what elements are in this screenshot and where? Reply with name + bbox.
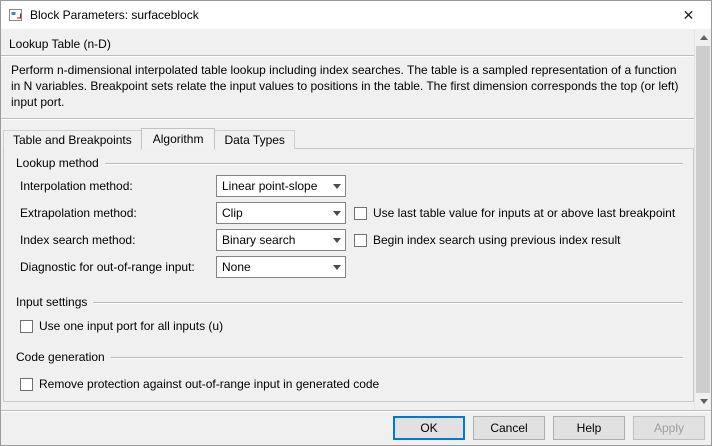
checkbox-label: Use one input port for all inputs (u) [39, 319, 223, 333]
group-divider [111, 357, 683, 359]
chevron-down-icon [328, 203, 345, 223]
vertical-scrollbar[interactable] [694, 29, 711, 410]
index-search-method-label: Index search method: [20, 233, 216, 247]
group-title: Code generation [16, 350, 111, 364]
tab-data-types[interactable]: Data Types [214, 130, 294, 149]
checkbox-label: Remove protection against out-of-range i… [39, 377, 379, 391]
use-last-table-value-option: Use last table value for inputs at or ab… [354, 206, 675, 220]
extrapolation-method-row: Extrapolation method: Clip Use last tabl… [20, 202, 693, 224]
block-parameters-dialog: Block Parameters: surfaceblock ✕ Lookup … [0, 0, 712, 446]
scroll-up-icon[interactable] [695, 29, 711, 46]
chevron-down-icon [328, 176, 345, 196]
interpolation-method-row: Interpolation method: Linear point-slope [20, 175, 693, 197]
diagnostic-label: Diagnostic for out-of-range input: [20, 260, 216, 274]
interpolation-method-dropdown[interactable]: Linear point-slope [216, 175, 346, 197]
group-divider [93, 302, 683, 304]
begin-index-search-option: Begin index search using previous index … [354, 233, 620, 247]
checkbox-label: Use last table value for inputs at or ab… [373, 206, 675, 220]
dropdown-value: Binary search [217, 233, 328, 247]
diagnostic-row: Diagnostic for out-of-range input: None [20, 256, 693, 278]
extrapolation-method-label: Extrapolation method: [20, 206, 216, 220]
scrollbar-thumb[interactable] [696, 46, 710, 393]
lookup-method-group-header: Lookup method [16, 156, 683, 170]
chevron-down-icon [328, 230, 345, 250]
remove-protection-option: Remove protection against out-of-range i… [20, 377, 693, 391]
window-title: Block Parameters: surfaceblock [30, 8, 199, 22]
dropdown-value: None [217, 260, 328, 274]
dialog-footer: OK Cancel Help Apply [1, 410, 711, 445]
algorithm-tab-panel: Lookup method Interpolation method: Line… [3, 148, 694, 402]
tab-strip: Table and Breakpoints Algorithm Data Typ… [1, 127, 694, 149]
group-divider [105, 163, 683, 165]
block-type-title: Lookup Table (n-D) [1, 29, 694, 55]
group-title: Lookup method [16, 156, 105, 170]
index-search-method-row: Index search method: Binary search Begin… [20, 229, 693, 251]
input-settings-group-header: Input settings [16, 295, 683, 309]
tab-table-and-breakpoints[interactable]: Table and Breakpoints [3, 130, 142, 149]
extrapolation-method-dropdown[interactable]: Clip [216, 202, 346, 224]
cancel-button[interactable]: Cancel [473, 416, 545, 440]
remove-protection-checkbox[interactable] [20, 378, 33, 391]
dialog-body: Lookup Table (n-D) Perform n-dimensional… [1, 29, 711, 410]
one-input-port-option: Use one input port for all inputs (u) [20, 319, 693, 333]
ok-button[interactable]: OK [393, 416, 465, 440]
tab-algorithm[interactable]: Algorithm [141, 128, 216, 150]
group-title: Input settings [16, 295, 93, 309]
begin-index-search-checkbox[interactable] [354, 234, 367, 247]
checkbox-label: Begin index search using previous index … [373, 233, 620, 247]
window-icon [8, 7, 24, 23]
help-button[interactable]: Help [553, 416, 625, 440]
dropdown-value: Linear point-slope [217, 179, 328, 193]
titlebar[interactable]: Block Parameters: surfaceblock ✕ [1, 1, 711, 29]
block-description: Perform n-dimensional interpolated table… [1, 57, 694, 118]
close-icon[interactable]: ✕ [666, 1, 711, 29]
separator [1, 118, 694, 120]
diagnostic-dropdown[interactable]: None [216, 256, 346, 278]
chevron-down-icon [328, 257, 345, 277]
index-search-method-dropdown[interactable]: Binary search [216, 229, 346, 251]
scroll-down-icon[interactable] [695, 393, 711, 410]
one-input-port-checkbox[interactable] [20, 320, 33, 333]
apply-button[interactable]: Apply [633, 416, 705, 440]
code-generation-group-header: Code generation [16, 350, 683, 364]
use-last-table-value-checkbox[interactable] [354, 207, 367, 220]
dropdown-value: Clip [217, 206, 328, 220]
interpolation-method-label: Interpolation method: [20, 179, 216, 193]
